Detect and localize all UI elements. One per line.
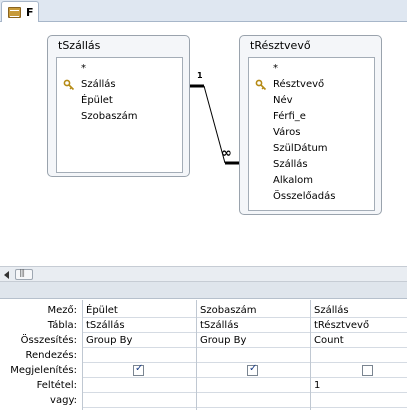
document-tab-strip: F xyxy=(0,0,407,22)
row-label-sort: Rendezés: xyxy=(25,350,77,361)
grid-cell-total[interactable]: Count xyxy=(311,333,407,348)
grid-cell-table[interactable]: tRésztvevő xyxy=(311,318,407,333)
field-row[interactable]: Város xyxy=(249,125,374,141)
grid-cell-field[interactable]: Épület xyxy=(83,303,195,318)
field-row[interactable]: * xyxy=(57,61,182,77)
grid-cell-sort[interactable] xyxy=(311,348,407,363)
row-label-criteria: Feltétel: xyxy=(36,380,77,391)
grid-cell-or[interactable] xyxy=(83,393,195,408)
horizontal-scrollbar[interactable] xyxy=(0,266,407,282)
query-icon xyxy=(8,7,21,18)
grid-cell-sort[interactable] xyxy=(197,348,309,363)
grid-cell-total[interactable]: Group By xyxy=(197,333,309,348)
field-row[interactable]: Összelőadás xyxy=(249,189,374,205)
primary-key-icon xyxy=(255,79,267,91)
show-checkbox[interactable] xyxy=(247,363,258,376)
field-row[interactable]: Név xyxy=(249,93,374,109)
pane-splitter[interactable] xyxy=(0,282,407,299)
query-design-window: F 1 ∞ tSzállás * Szállás Épület Szobaszá… xyxy=(0,0,407,410)
field-row[interactable]: Férfi_e xyxy=(249,109,374,125)
table-title: tRésztvevő xyxy=(250,39,311,52)
field-list[interactable]: * Résztvevő Név Férfi_e Város SzülDátum … xyxy=(248,57,375,211)
grid-cell-field[interactable]: Szobaszám xyxy=(197,303,309,318)
row-label-show: Megjelenítés: xyxy=(10,365,77,376)
query-design-grid: Mező: Tábla: Összesítés: Rendezés: Megje… xyxy=(0,300,407,410)
show-checkbox[interactable] xyxy=(133,363,144,376)
grid-cell-sort[interactable] xyxy=(83,348,195,363)
grid-cell-table[interactable]: tSzállás xyxy=(83,318,195,333)
table-title: tSzállás xyxy=(58,39,101,52)
relationship-many-label: ∞ xyxy=(221,146,232,161)
row-label-table: Tábla: xyxy=(47,320,77,331)
scroll-thumb[interactable] xyxy=(15,268,33,280)
table-box-tresztvevo[interactable]: tRésztvevő * Résztvevő Név Férfi_e Város… xyxy=(239,35,382,215)
show-checkbox[interactable] xyxy=(362,365,373,376)
field-row[interactable]: Szállás xyxy=(57,77,182,93)
row-label-total: Összesítés: xyxy=(20,335,77,346)
relationship-one-label: 1 xyxy=(197,71,203,80)
row-label-field: Mező: xyxy=(47,305,77,316)
field-row[interactable]: Alkalom xyxy=(249,173,374,189)
grid-cell-total[interactable]: Group By xyxy=(83,333,195,348)
field-row[interactable]: SzülDátum xyxy=(249,141,374,157)
field-row[interactable]: Épület xyxy=(57,93,182,109)
field-row[interactable]: Résztvevő xyxy=(249,77,374,93)
field-row[interactable]: Szobaszám xyxy=(57,109,182,125)
query-tab[interactable]: F xyxy=(1,1,39,22)
grid-cell-or[interactable] xyxy=(311,393,407,408)
grid-cell-criteria[interactable] xyxy=(197,378,309,393)
grid-cell-or[interactable] xyxy=(197,393,309,408)
scroll-left-arrow-icon[interactable] xyxy=(2,269,12,280)
field-row[interactable]: * xyxy=(249,61,374,77)
field-row[interactable]: Szállás xyxy=(249,157,374,173)
grid-cell-criteria[interactable]: 1 xyxy=(311,378,407,393)
table-box-tszallas[interactable]: tSzállás * Szállás Épület Szobaszám xyxy=(47,35,190,177)
grid-cell-field[interactable]: Szállás xyxy=(311,303,407,318)
query-tab-label: F xyxy=(26,6,34,19)
grid-cell-table[interactable]: tSzállás xyxy=(197,318,309,333)
table-design-canvas[interactable]: 1 ∞ tSzállás * Szállás Épület Szobaszám … xyxy=(0,23,407,266)
primary-key-icon xyxy=(63,79,75,91)
field-list[interactable]: * Szállás Épület Szobaszám xyxy=(56,57,183,173)
grid-cell-criteria[interactable] xyxy=(83,378,195,393)
row-label-or: vagy: xyxy=(50,395,77,406)
